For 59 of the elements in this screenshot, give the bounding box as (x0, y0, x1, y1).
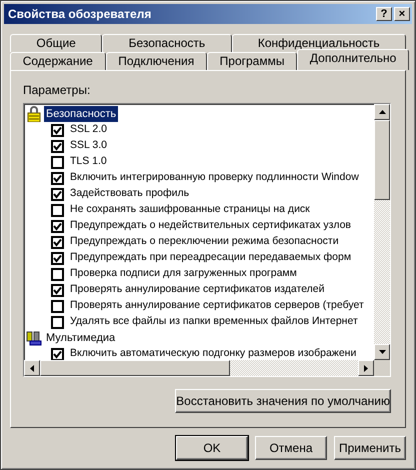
checkbox[interactable] (51, 156, 64, 168)
dialog-button[interactable]: OK (176, 436, 248, 460)
up-arrow-icon (378, 110, 386, 114)
option-label: Проверять аннулирование сертификатов издателей (70, 282, 325, 298)
checkbox[interactable] (51, 300, 64, 312)
checkbox[interactable] (51, 348, 64, 360)
scrollbar-corner (374, 360, 390, 376)
scroll-right-button[interactable] (358, 360, 374, 376)
checkbox[interactable] (51, 204, 64, 216)
option-label: Удалять все файлы из папки временных файлов Интернет (70, 314, 358, 330)
option-label: Включить автоматическую подгонку размеров изображени (70, 346, 356, 360)
scroll-down-button[interactable] (374, 344, 390, 360)
help-button[interactable]: ? (376, 7, 392, 21)
lock-icon (26, 106, 42, 122)
tab[interactable]: Безопасность (102, 34, 232, 52)
left-arrow-icon (30, 364, 34, 372)
checkbox[interactable] (51, 188, 64, 200)
restore-defaults-button[interactable]: Восстановить значения по умолчанию (175, 389, 391, 413)
checkbox[interactable] (51, 220, 64, 232)
option-label: SSL 3.0 (70, 138, 107, 154)
down-arrow-icon (378, 350, 386, 354)
checkbox[interactable] (51, 236, 64, 248)
checkbox[interactable] (51, 124, 64, 136)
option-label: Предупреждать при переадресации передаваемых форм (70, 250, 352, 266)
scroll-up-button[interactable] (374, 104, 390, 120)
scroll-thumb[interactable] (40, 360, 230, 376)
option-label: Задействовать профиль (70, 186, 190, 202)
tab[interactable]: Содержание (10, 52, 106, 70)
tab[interactable]: Подключения (106, 52, 207, 70)
checkbox[interactable] (51, 252, 64, 264)
horizontal-scrollbar[interactable] (24, 360, 374, 376)
category-label[interactable]: Мультимедиа (44, 330, 118, 346)
scroll-left-button[interactable] (24, 360, 40, 376)
multimedia-icon (26, 330, 42, 346)
tab[interactable]: Дополнительно (297, 49, 410, 70)
tab[interactable]: Программы (206, 52, 298, 70)
checkbox[interactable] (51, 172, 64, 184)
window-title: Свойства обозревателя (8, 6, 152, 23)
option-label: Включить интегрированную проверку подлинности Window (70, 170, 359, 186)
checkbox[interactable] (51, 284, 64, 296)
option-label: Проверка подписи для загруженных программ (70, 266, 297, 282)
right-arrow-icon (364, 364, 368, 372)
close-button[interactable]: × (394, 7, 410, 21)
option-label: TLS 1.0 (70, 154, 107, 170)
option-label: Предупреждать о переключении режима безопасности (70, 234, 339, 250)
scroll-thumb[interactable] (374, 120, 390, 200)
category-label[interactable]: Безопасность (44, 106, 118, 122)
option-label: Проверять аннулирование сертификатов серверов (требует (70, 298, 364, 314)
option-label: Предупреждать о недействительных сертификатах узлов (70, 218, 351, 234)
dialog-button[interactable]: Отмена (255, 436, 327, 460)
option-label: Не сохранять зашифрованные страницы на диск (70, 202, 310, 218)
settings-label: Параметры: (23, 82, 92, 99)
tab[interactable]: Общие (10, 34, 102, 52)
vertical-scrollbar[interactable] (374, 104, 390, 360)
checkbox[interactable] (51, 140, 64, 152)
dialog-button[interactable]: Применить (334, 436, 406, 460)
checkbox[interactable] (51, 268, 64, 280)
option-label: SSL 2.0 (70, 122, 107, 138)
checkbox[interactable] (51, 316, 64, 328)
